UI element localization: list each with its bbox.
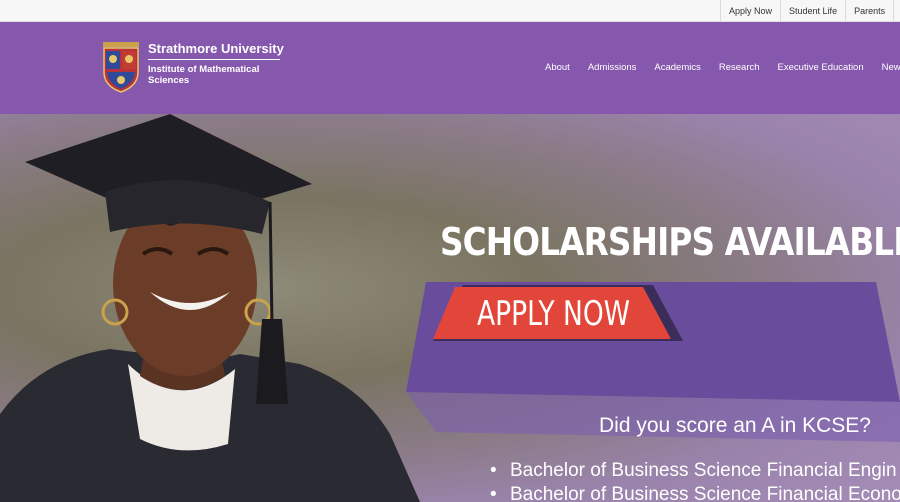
brand-name[interactable]: Strathmore University [148, 41, 284, 56]
utility-link-apply-now[interactable]: Apply Now [720, 0, 780, 22]
utility-nav: Apply Now Student Life Parents Fa [720, 0, 900, 22]
nav-item-research[interactable]: Research [719, 62, 760, 73]
list-item: • Bachelor of Business Science Financial … [490, 483, 900, 502]
nav-item-news-events[interactable]: News | Even [882, 62, 900, 73]
kcse-question: Did you score an A in KCSE? [599, 414, 871, 437]
graduate-photo [0, 114, 420, 502]
nav-item-admissions[interactable]: Admissions [588, 62, 637, 73]
brand-divider [148, 59, 280, 60]
scholarship-headline: SCHOLARSHIPS AVAILABLE! [440, 220, 900, 264]
utility-link-student-life[interactable]: Student Life [780, 0, 845, 22]
nav-item-academics[interactable]: Academics [654, 62, 700, 73]
apply-now-button[interactable]: APPLY NOW [477, 294, 630, 334]
utility-bar: Apply Now Student Life Parents Fa [0, 0, 900, 22]
nav-item-about[interactable]: About [545, 62, 570, 73]
nav-item-executive-education[interactable]: Executive Education [778, 62, 864, 73]
program-name: Bachelor of Business Science Financial E… [510, 484, 900, 502]
site-header: Strathmore University Institute of Mathe… [0, 22, 900, 114]
bullet-icon: • [490, 484, 497, 502]
utility-link-parents[interactable]: Parents [845, 0, 893, 22]
program-list: • Bachelor of Business Science Financial … [490, 459, 900, 502]
hero-banner[interactable]: SCHOLARSHIPS AVAILABLE! APPLY NOW Did yo… [0, 114, 900, 502]
bullet-icon: • [490, 460, 497, 481]
brand-subtitle[interactable]: Institute of Mathematical Sciences [148, 64, 278, 86]
main-nav: About Admissions Academics Research Exec… [545, 62, 900, 73]
university-crest-icon[interactable] [101, 42, 141, 94]
program-name: Bachelor of Business Science Financial E… [510, 460, 897, 481]
utility-link-truncated[interactable]: Fa [893, 0, 900, 22]
list-item: • Bachelor of Business Science Financial … [490, 459, 900, 483]
